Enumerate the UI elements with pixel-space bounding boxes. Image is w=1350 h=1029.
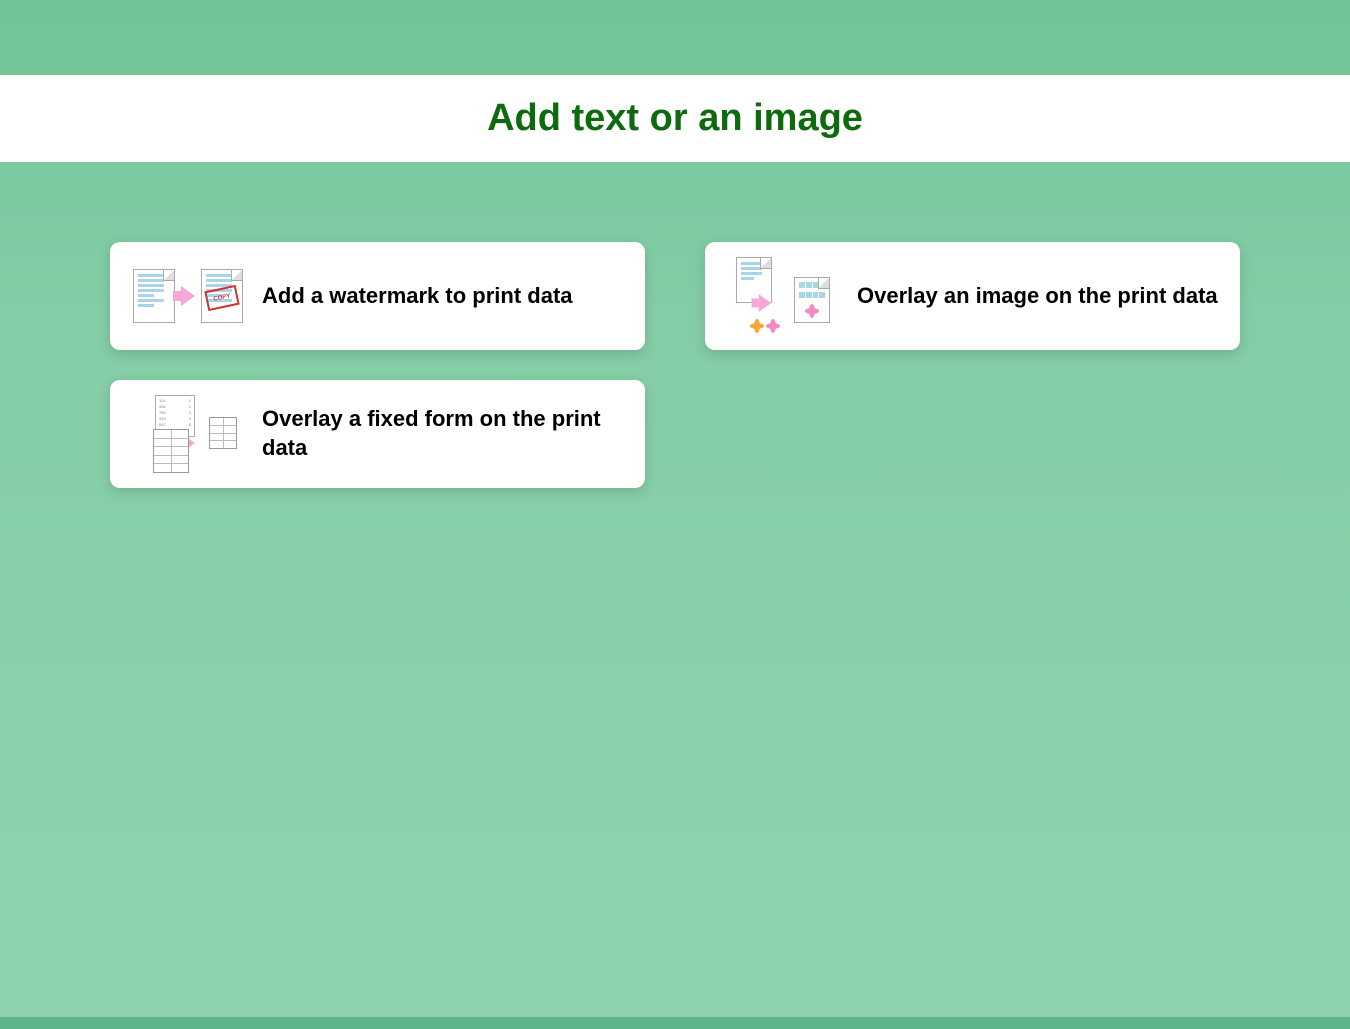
arrow-icon: [181, 286, 195, 306]
flower-icon: [805, 304, 819, 318]
card-image-overlay[interactable]: Overlay an image on the print data: [705, 242, 1240, 350]
header-bar: Add text or an image: [0, 75, 1350, 162]
flower-icon: [750, 319, 764, 333]
flower-icon: [766, 319, 780, 333]
image-overlay-icon: [723, 256, 843, 336]
form-overlay-icon: 1141 4562 7893 4454 0876: [128, 394, 248, 474]
card-watermark[interactable]: COPY Add a watermark to print data: [110, 242, 645, 350]
card-watermark-label: Add a watermark to print data: [262, 282, 573, 311]
copy-stamp-icon: COPY: [204, 285, 239, 311]
page-title: Add text or an image: [0, 97, 1350, 140]
card-form-overlay-label: Overlay a fixed form on the print data: [262, 405, 627, 462]
cards-container: COPY Add a watermark to print data: [0, 162, 1350, 488]
footer-strip: [0, 1017, 1350, 1029]
arrow-icon: [759, 294, 772, 312]
card-image-overlay-label: Overlay an image on the print data: [857, 282, 1218, 311]
card-form-overlay[interactable]: 1141 4562 7893 4454 0876: [110, 380, 645, 488]
watermark-icon: COPY: [128, 256, 248, 336]
